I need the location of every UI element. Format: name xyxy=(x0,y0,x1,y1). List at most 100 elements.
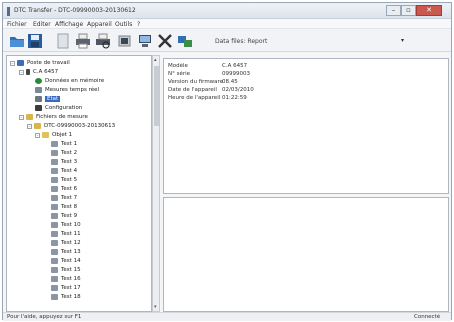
tree-item-object[interactable]: – Objet 1 xyxy=(35,131,72,139)
collapse-icon[interactable]: – xyxy=(35,132,40,138)
export-icon[interactable] xyxy=(117,33,133,49)
info-key: Version du firmware xyxy=(168,79,224,85)
tree-item-state[interactable]: Etat xyxy=(35,95,61,103)
tree-label: Test 7 xyxy=(61,195,78,201)
tree-label: Test 11 xyxy=(61,231,81,237)
tree-item-measure-files[interactable]: – Fichiers de mesure xyxy=(19,113,88,121)
tree-item-test[interactable]: Test 7 xyxy=(51,194,77,202)
collapse-icon[interactable]: – xyxy=(10,60,15,66)
state-icon xyxy=(35,96,42,102)
file-icon xyxy=(34,123,41,129)
tree-label: DTC-09990003-20130613 xyxy=(44,123,116,129)
scroll-thumb[interactable] xyxy=(154,66,159,126)
tree-label: Test 6 xyxy=(61,186,78,192)
folder-icon xyxy=(42,132,49,138)
test-icon xyxy=(51,204,58,210)
tree-item-test[interactable]: Test 16 xyxy=(51,275,81,283)
tree-item-file[interactable]: – DTC-09990003-20130613 xyxy=(27,122,115,130)
tree-item-test[interactable]: Test 2 xyxy=(51,149,77,157)
memory-data-icon xyxy=(35,78,42,84)
tree-item-configuration[interactable]: Configuration xyxy=(35,104,82,112)
tree-item-test[interactable]: Test 12 xyxy=(51,239,81,247)
app-icon xyxy=(7,7,10,16)
title-bar: DTC Transfer - DTC-09990003-20130612 – ▫… xyxy=(3,3,451,19)
tree-item-test[interactable]: Test 10 xyxy=(51,221,81,229)
info-key: N° série xyxy=(168,71,191,77)
tools-icon[interactable] xyxy=(157,33,173,49)
tree-item-test[interactable]: Test 3 xyxy=(51,158,77,166)
tree-item-test[interactable]: Test 15 xyxy=(51,266,81,274)
menu-outils[interactable]: Outils xyxy=(115,21,132,28)
tree-item-realtime[interactable]: Mesures temps réel xyxy=(35,86,99,94)
menu-bar: Fichier Editer Affichage Appareil Outils… xyxy=(3,19,451,29)
tree-item-memory[interactable]: Données en mémoire xyxy=(35,77,104,85)
tree-label: Test 3 xyxy=(61,159,78,165)
connection-status: Connecté xyxy=(414,314,441,320)
open-folder-icon[interactable] xyxy=(9,33,25,49)
menu-help[interactable]: ? xyxy=(137,21,140,28)
tree-item-test[interactable]: Test 6 xyxy=(51,185,77,193)
tree-item-test[interactable]: Test 1 xyxy=(51,140,77,148)
collapse-icon[interactable]: – xyxy=(19,114,24,120)
print-icon[interactable] xyxy=(75,33,91,49)
tree-label: Configuration xyxy=(45,105,83,111)
menu-affichage[interactable]: Affichage xyxy=(55,21,83,28)
test-icon xyxy=(51,240,58,246)
menu-fichier[interactable]: Fichier xyxy=(7,21,27,28)
status-help-text: Pour l'aide, appuyez sur F1 xyxy=(7,314,82,320)
computer-icon[interactable] xyxy=(137,33,153,49)
test-icon xyxy=(51,141,58,147)
chevron-down-icon[interactable]: ▾ xyxy=(401,37,404,44)
tree-label: Test 14 xyxy=(61,258,81,264)
tree-item-test[interactable]: Test 17 xyxy=(51,284,81,292)
workstation-icon xyxy=(17,60,24,66)
tree-item-workstation[interactable]: – Poste de travail xyxy=(10,59,70,67)
device-info-panel: Modèle C.A 6457 N° série 09999003 Version … xyxy=(163,58,449,194)
test-icon xyxy=(51,222,58,228)
minimize-button[interactable]: – xyxy=(386,5,401,16)
scroll-up-icon[interactable]: ▴ xyxy=(154,57,157,63)
info-key: Heure de l'appareil xyxy=(168,95,221,101)
test-icon xyxy=(51,231,58,237)
document-icon[interactable] xyxy=(55,33,71,49)
data-files-dropdown[interactable]: Data files: Report xyxy=(215,38,267,45)
test-icon xyxy=(51,177,58,183)
tree-label: Test 9 xyxy=(61,213,78,219)
maximize-button[interactable]: ▫ xyxy=(401,5,416,16)
tree-label: Test 4 xyxy=(61,168,78,174)
tree-item-device[interactable]: – C.A 6457 xyxy=(19,68,58,76)
tree-label: Poste de travail xyxy=(27,60,70,66)
tree-label: Test 13 xyxy=(61,249,81,255)
tree-label: Test 2 xyxy=(61,150,78,156)
collapse-icon[interactable]: – xyxy=(27,123,32,129)
tree-item-test[interactable]: Test 11 xyxy=(51,230,81,238)
tree-item-test[interactable]: Test 4 xyxy=(51,167,77,175)
tree-label: Test 18 xyxy=(61,294,81,300)
tree-item-test[interactable]: Test 13 xyxy=(51,248,81,256)
print-preview-icon[interactable] xyxy=(95,33,111,49)
test-icon xyxy=(51,267,58,273)
tree-label: Etat xyxy=(45,96,61,102)
menu-editer[interactable]: Editer xyxy=(33,21,51,28)
close-button[interactable]: ✕ xyxy=(416,5,442,16)
detail-panel xyxy=(163,197,449,312)
save-icon[interactable] xyxy=(27,33,43,49)
network-icon[interactable] xyxy=(177,33,193,49)
tree-item-test[interactable]: Test 9 xyxy=(51,212,77,220)
application-window: DTC Transfer - DTC-09990003-20130612 – ▫… xyxy=(2,2,452,321)
tree-item-test[interactable]: Test 18 xyxy=(51,293,81,301)
test-icon xyxy=(51,276,58,282)
tree-label: Test 5 xyxy=(61,177,78,183)
tree-scrollbar[interactable]: ▴ ▾ xyxy=(152,55,160,312)
info-value: C.A 6457 xyxy=(222,63,248,69)
scroll-down-icon[interactable]: ▾ xyxy=(154,304,157,310)
menu-appareil[interactable]: Appareil xyxy=(87,21,112,28)
tools-icon xyxy=(35,105,42,111)
tree-item-test[interactable]: Test 5 xyxy=(51,176,77,184)
toolbar: Data files: Report ▾ xyxy=(3,30,451,52)
collapse-icon[interactable]: – xyxy=(19,69,24,75)
info-row-model: Modèle C.A 6457 xyxy=(168,63,247,70)
tree-item-test[interactable]: Test 8 xyxy=(51,203,77,211)
tree-item-test[interactable]: Test 14 xyxy=(51,257,81,265)
tree-label: Fichiers de mesure xyxy=(36,114,88,120)
